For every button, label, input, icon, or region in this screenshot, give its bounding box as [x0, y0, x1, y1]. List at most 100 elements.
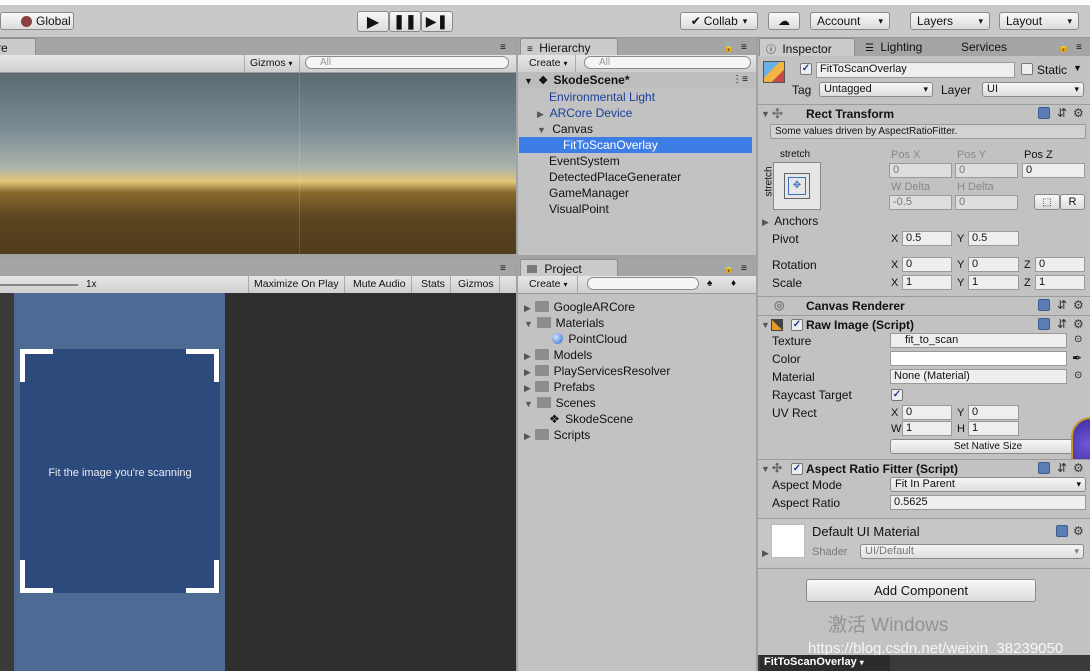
scale-y-field[interactable]: 1 [968, 275, 1019, 290]
layer-dropdown[interactable]: UI [982, 82, 1084, 97]
project-item[interactable]: ▶ Models [524, 347, 592, 363]
project-item[interactable]: ❖ SkodeScene [549, 411, 633, 427]
hierarchy-create-button[interactable]: Create ▾ [524, 55, 576, 72]
game-gizmos-button[interactable]: Gizmos [453, 276, 500, 293]
add-component-button[interactable]: Add Component [806, 579, 1036, 602]
panel-menu-icon[interactable]: ≡ [741, 263, 747, 274]
project-item[interactable]: ▶ Scripts [524, 427, 590, 443]
project-create-button[interactable]: Create ▾ [524, 276, 578, 293]
maximize-on-play-button[interactable]: Maximize On Play [248, 276, 345, 293]
tag-dropdown[interactable]: Untagged [819, 82, 933, 97]
static-checkbox[interactable] [1021, 63, 1033, 75]
lock-icon[interactable]: 🔒 [1058, 42, 1069, 53]
anchors-foldout[interactable]: ▶ Anchors [762, 214, 818, 228]
preset-icon[interactable]: ⇵ [1057, 461, 1067, 475]
project-item[interactable]: PointCloud [552, 331, 627, 347]
object-name-field[interactable]: FitToScanOverlay [816, 62, 1015, 78]
hierarchy-item[interactable]: ▼ Canvas [537, 121, 593, 137]
fold-open-icon[interactable]: ▼ [761, 320, 770, 330]
texture-field[interactable]: fit_to_scan [890, 333, 1067, 348]
preset-icon[interactable]: ⇵ [1057, 106, 1067, 120]
fold-open-icon[interactable]: ▼ [761, 109, 770, 119]
cloud-button[interactable]: ☁ [768, 12, 800, 30]
preset-icon[interactable]: ⇵ [1057, 298, 1067, 312]
tab-inspector[interactable]: ⓘ Inspector [759, 38, 855, 56]
eyedropper-icon[interactable]: ✒ [1072, 351, 1082, 365]
global-button[interactable]: Global [0, 12, 74, 30]
project-item[interactable]: ▶ PlayServicesResolver [524, 363, 670, 379]
panel-menu-icon[interactable]: ≡ [500, 42, 506, 53]
uv-y-field[interactable]: 0 [968, 405, 1019, 420]
aspect-mode-dropdown[interactable]: Fit In Parent [890, 477, 1086, 492]
raw-edit-button[interactable]: R [1060, 194, 1085, 210]
set-native-size-button[interactable]: Set Native Size [890, 439, 1086, 454]
fold-open-icon[interactable]: ▼ [537, 125, 546, 135]
project-item[interactable]: ▶ Prefabs [524, 379, 595, 395]
object-picker-icon[interactable]: ⊙ [1074, 334, 1082, 345]
panel-menu-icon[interactable]: ≡ [1076, 42, 1082, 53]
aspect-ratio-field[interactable]: 0.5625 [890, 495, 1086, 510]
pause-button[interactable]: ❚❚ [389, 11, 421, 32]
aspect-fitter-enabled-checkbox[interactable]: ✓ [791, 463, 803, 475]
tab-scene[interactable]: re [0, 38, 36, 56]
scene-search-input[interactable]: All [305, 56, 509, 69]
fold-closed-icon[interactable]: ▶ [524, 351, 531, 361]
hierarchy-item-selected[interactable]: FitToScanOverlay [519, 137, 752, 153]
layout-button[interactable]: Layout ▾ [999, 12, 1079, 30]
rot-y-field[interactable]: 0 [968, 257, 1019, 272]
help-icon[interactable] [1038, 107, 1050, 119]
hierarchy-item[interactable]: EventSystem [549, 153, 620, 169]
uv-h-field[interactable]: 1 [968, 421, 1019, 436]
scale-x-field[interactable]: 1 [902, 275, 952, 290]
project-search-input[interactable] [587, 277, 699, 290]
raw-image-enabled-checkbox[interactable]: ✓ [791, 319, 803, 331]
filter-type-icon[interactable]: ♠ [707, 278, 712, 289]
object-picker-icon[interactable]: ⊙ [1074, 370, 1082, 381]
stats-button[interactable]: Stats [416, 276, 451, 293]
raycast-checkbox[interactable]: ✓ [891, 389, 903, 401]
scene-menu-icon[interactable]: ⋮≡ [732, 72, 748, 88]
play-button[interactable]: ▶ [357, 11, 389, 32]
fold-closed-icon[interactable]: ▶ [524, 383, 531, 393]
scale-z-field[interactable]: 1 [1035, 275, 1085, 290]
project-item[interactable]: ▶ GoogleARCore [524, 299, 635, 315]
hierarchy-item[interactable]: Environmental Light [549, 89, 655, 105]
gear-icon[interactable]: ⚙ [1073, 524, 1084, 538]
material-field[interactable]: None (Material) [890, 369, 1067, 384]
rot-z-field[interactable]: 0 [1035, 257, 1085, 272]
chevron-down-icon[interactable]: ▾ [860, 658, 864, 667]
rot-x-field[interactable]: 0 [902, 257, 952, 272]
fold-open-icon[interactable]: ▼ [761, 464, 770, 474]
account-button[interactable]: Account ▾ [810, 12, 890, 30]
scene-gizmos-button[interactable]: Gizmos ▾ [244, 55, 300, 72]
hierarchy-item[interactable]: DetectedPlaceGenerater [549, 169, 681, 185]
gear-icon[interactable]: ⚙ [1073, 317, 1084, 331]
panel-menu-icon[interactable]: ≡ [500, 263, 506, 274]
scene-viewport[interactable] [0, 73, 516, 254]
chevron-down-icon[interactable]: ▼ [1073, 63, 1082, 73]
hierarchy-search-input[interactable]: All [584, 56, 751, 69]
tab-hierarchy[interactable]: ≡ Hierarchy [520, 38, 618, 56]
uv-x-field[interactable]: 0 [902, 405, 952, 420]
fold-closed-icon[interactable]: ▶ [524, 303, 531, 313]
fold-closed-icon[interactable]: ▶ [537, 109, 544, 119]
active-checkbox[interactable]: ✓ [800, 63, 812, 75]
help-icon[interactable] [1056, 525, 1068, 537]
step-button[interactable]: ▶❚ [421, 11, 453, 32]
shader-dropdown[interactable]: UI/Default [860, 544, 1084, 559]
hierarchy-item[interactable]: ▶ ARCore Device [537, 105, 632, 121]
project-item[interactable]: ▼ Materials [524, 315, 604, 331]
scale-slider[interactable] [0, 284, 78, 286]
pivot-x-field[interactable]: 0.5 [902, 231, 952, 246]
tab-services[interactable]: Services [961, 40, 1007, 54]
gear-icon[interactable]: ⚙ [1073, 106, 1084, 120]
uv-w-field[interactable]: 1 [902, 421, 952, 436]
layers-button[interactable]: Layers ▾ [910, 12, 990, 30]
gear-icon[interactable]: ⚙ [1073, 298, 1084, 312]
panel-menu-icon[interactable]: ≡ [741, 42, 747, 53]
project-item[interactable]: ▼ Scenes [524, 395, 596, 411]
color-swatch[interactable] [890, 351, 1067, 366]
mute-audio-button[interactable]: Mute Audio [348, 276, 412, 293]
gear-icon[interactable]: ⚙ [1073, 461, 1084, 475]
help-icon[interactable] [1038, 299, 1050, 311]
